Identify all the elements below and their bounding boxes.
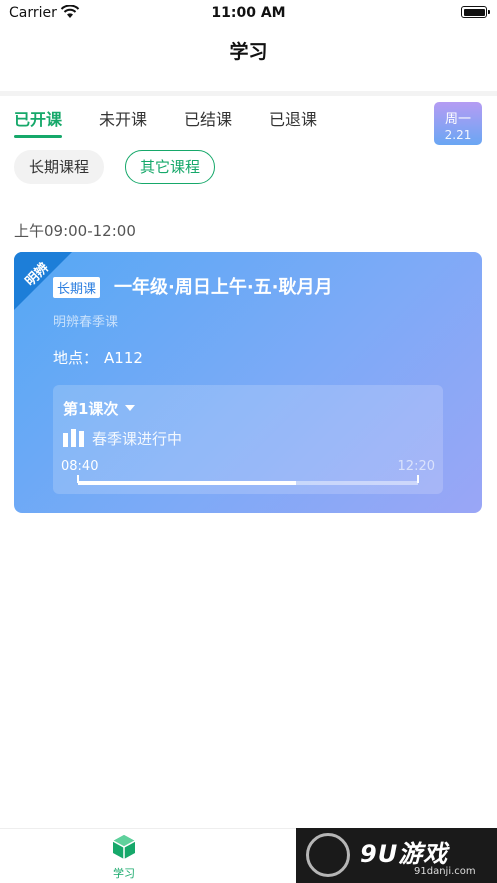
watermark-logo (306, 833, 350, 877)
status-bar: Carrier 11:00 AM (0, 0, 497, 26)
tab-withdrawn[interactable]: 已退课 (269, 106, 317, 138)
tab-started[interactable]: 已开课 (14, 106, 63, 138)
ribbon-label: 明辨 (22, 260, 52, 290)
session-panel: 第1课次 春季课进行中 08:40 12:20 (53, 385, 443, 494)
session-selector[interactable]: 第1课次 (63, 398, 118, 419)
tab-finished[interactable]: 已结课 (184, 106, 232, 138)
progress-fill (78, 481, 296, 485)
date-day: 2.21 (444, 128, 472, 142)
course-location: 地点： A112 (53, 347, 143, 368)
progress-start-tick (77, 475, 79, 483)
filter-long-term-courses[interactable]: 长期课程 (14, 150, 105, 184)
tab-not-started[interactable]: 未开课 (99, 106, 147, 138)
tab-study-label: 学习 (113, 867, 135, 880)
date-weekday: 周一 (444, 112, 471, 127)
cube-icon (110, 833, 138, 861)
location-value: A112 (104, 349, 143, 367)
bar-chart-icon (63, 429, 87, 447)
nav-divider (0, 91, 497, 96)
end-time: 12:20 (397, 459, 435, 474)
progress-end-tick (417, 475, 419, 483)
course-title: 一年级·周日上午·五·耿月月 (114, 277, 333, 298)
start-time: 08:40 (61, 459, 99, 474)
page-title: 学习 (229, 41, 268, 63)
course-type-badge: 长期课 (53, 277, 101, 298)
date-picker-button[interactable]: 周一 2.21 (434, 102, 482, 145)
course-status-tabs: 已开课 未开课 已结课 已退课 (14, 106, 354, 138)
clock: 11:00 AM (211, 5, 286, 21)
course-card[interactable]: 明辨 长期课 一年级·周日上午·五·耿月月 明辨春季课 地点： A112 第1课次… (14, 252, 482, 513)
chevron-down-icon[interactable] (125, 405, 135, 411)
time-slot-label: 上午09:00-12:00 (14, 222, 136, 240)
location-label: 地点： (53, 349, 99, 367)
progress-track (78, 481, 418, 485)
filter-other-courses[interactable]: 其它课程 (125, 150, 216, 184)
battery-icon (461, 6, 490, 18)
watermark-brand: 9U游戏 (360, 840, 449, 868)
course-subtitle: 明辨春季课 (53, 315, 119, 330)
watermark: 9U游戏 91danji.com (296, 828, 497, 883)
watermark-url: 91danji.com (414, 866, 476, 877)
session-status: 春季课进行中 (92, 430, 183, 448)
tab-study[interactable]: 学习 (100, 833, 148, 881)
